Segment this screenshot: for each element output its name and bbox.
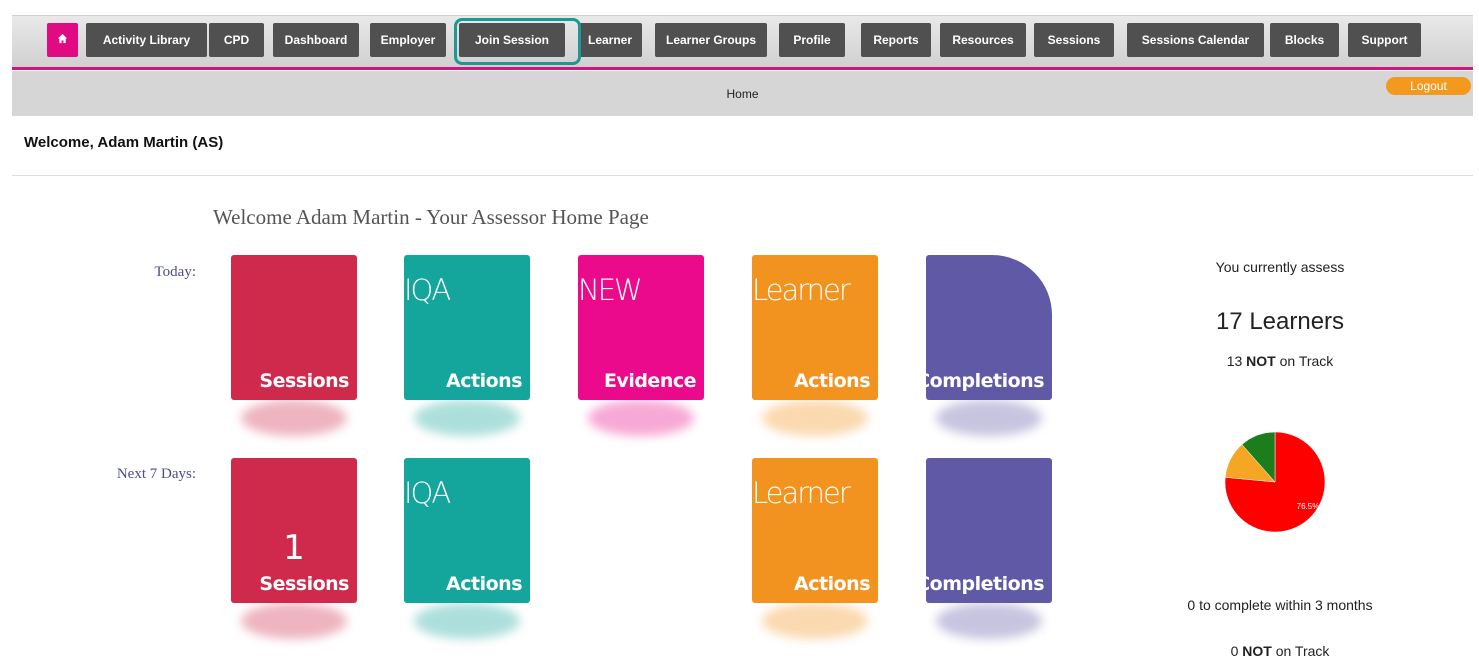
- tab-cpd[interactable]: CPD: [209, 23, 264, 57]
- logout-button[interactable]: Logout: [1386, 77, 1471, 95]
- tile-reflection: [936, 400, 1042, 436]
- tab-sessions[interactable]: Sessions: [1034, 23, 1114, 57]
- tile-bottom-label: Completions: [916, 370, 1044, 392]
- tab-learner-groups[interactable]: Learner Groups: [655, 23, 767, 57]
- breadcrumb-bar: Home Logout: [12, 71, 1473, 116]
- tile-top-label: IQA: [404, 476, 451, 510]
- tile-reflection: [414, 603, 520, 639]
- assess-intro: You currently assess: [1215, 259, 1345, 275]
- tile-bottom-label: Actions: [446, 573, 522, 595]
- pie-slice-label: 76.5%: [1297, 502, 1320, 511]
- tile-top-label: Learner: [752, 476, 851, 510]
- breadcrumb-home[interactable]: Home: [12, 87, 1473, 101]
- tile-bottom-label: Actions: [794, 370, 870, 392]
- tile-next7-sessions[interactable]: 1 Sessions: [231, 458, 357, 639]
- row-label-next-7-days: Next 7 Days:: [116, 466, 196, 482]
- tab-support[interactable]: Support: [1348, 23, 1421, 57]
- tile-today-learner-actions[interactable]: Learner Actions: [752, 255, 878, 436]
- not-on-track-count: 13: [1226, 353, 1243, 369]
- nav-underline: [12, 67, 1473, 70]
- tab-blocks[interactable]: Blocks: [1270, 23, 1339, 57]
- tab-resources[interactable]: Resources: [940, 23, 1026, 57]
- tile-top-label: NEW: [578, 273, 643, 307]
- tile-reflection: [588, 400, 694, 436]
- not-word: NOT: [1246, 353, 1276, 369]
- tile-bottom-label: Completions: [916, 573, 1044, 595]
- tile-reflection: [241, 603, 347, 639]
- welcome-user-text: Welcome, Adam Martin (AS): [24, 134, 224, 151]
- page-title: Welcome Adam Martin - Your Assessor Home…: [213, 205, 649, 229]
- tile-next7-completions[interactable]: Completions: [916, 458, 1052, 639]
- home-tab[interactable]: [47, 23, 78, 57]
- tile-today-sessions[interactable]: Sessions: [231, 255, 357, 436]
- row-label-today: Today:: [154, 264, 196, 280]
- tab-activity-library[interactable]: Activity Library: [86, 23, 207, 57]
- on-track-word: on Track: [1279, 353, 1334, 369]
- tile-next7-iqa-actions[interactable]: IQA Actions: [404, 458, 530, 639]
- tile-reflection: [414, 400, 520, 436]
- tab-reports[interactable]: Reports: [861, 23, 931, 57]
- learner-count[interactable]: 17 Learners: [1150, 308, 1410, 336]
- tile-today-completions[interactable]: Completions: [916, 255, 1052, 436]
- main-nav-bar: Activity Library CPD Dashboard Employer …: [12, 15, 1473, 70]
- tile-reflection: [762, 400, 868, 436]
- tile-bottom-label: Actions: [794, 573, 870, 595]
- tile-top-label: IQA: [404, 273, 451, 307]
- learner-status-pie-chart: 76.5%: [1224, 431, 1326, 533]
- tile-reflection: [241, 400, 347, 436]
- complete-within-text: 0 to complete within 3 months: [1187, 597, 1373, 613]
- not-on-track-text[interactable]: 13 NOT on Track: [1150, 353, 1410, 369]
- tile-bottom-label: Sessions: [259, 370, 349, 392]
- tile-next7-learner-actions[interactable]: Learner Actions: [752, 458, 878, 639]
- tile-reflection: [762, 603, 868, 639]
- tab-employer[interactable]: Employer: [370, 23, 446, 57]
- tile-bottom-label: Evidence: [603, 370, 697, 392]
- tile-today-iqa-actions[interactable]: IQA Actions: [404, 255, 530, 436]
- welcome-bar: Welcome, Adam Martin (AS): [12, 118, 1473, 176]
- tile-bottom-label: Actions: [446, 370, 522, 392]
- tile-today-new-evidence[interactable]: NEW Evidence: [578, 255, 704, 436]
- tab-dashboard[interactable]: Dashboard: [273, 23, 359, 57]
- tile-bottom-label: Sessions: [259, 573, 349, 595]
- tab-profile[interactable]: Profile: [779, 23, 845, 57]
- tile-reflection: [936, 603, 1042, 639]
- tab-sessions-calendar[interactable]: Sessions Calendar: [1127, 23, 1264, 57]
- home-icon: [57, 33, 68, 47]
- tile-top-label: Learner: [752, 273, 851, 307]
- tile-count: 1: [283, 528, 305, 568]
- join-session-highlight: [454, 18, 581, 65]
- tab-learner[interactable]: Learner: [578, 23, 642, 57]
